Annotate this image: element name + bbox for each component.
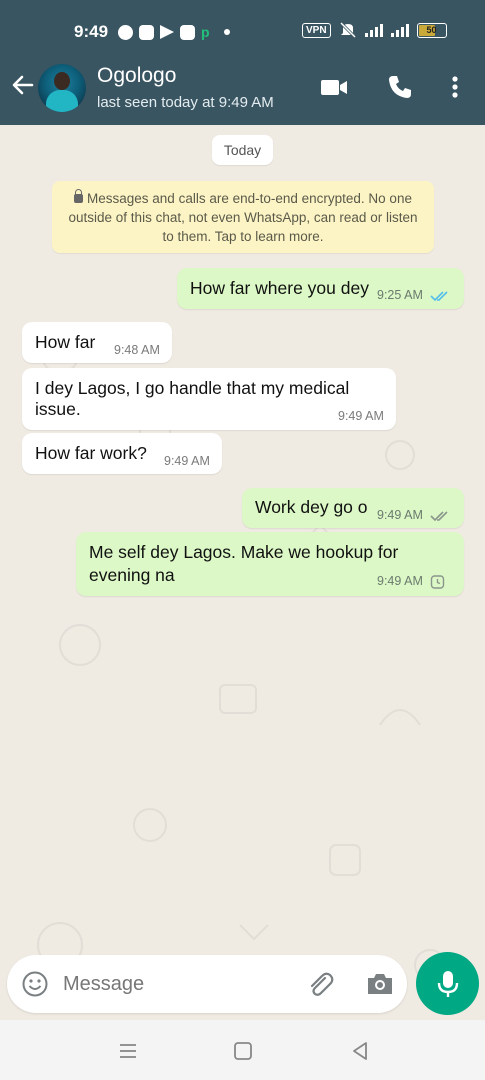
encryption-notice[interactable]: Messages and calls are end-to-end encryp… [52, 181, 434, 253]
mic-icon [437, 971, 459, 997]
message-bubble-incoming[interactable]: How far work? 9:49 AM [22, 433, 222, 474]
message-composer [7, 955, 407, 1013]
more-notifications-dot [223, 29, 230, 35]
status-bar: 9:49 p VPN 50 [0, 0, 485, 62]
voice-record-button[interactable] [416, 952, 479, 1015]
message-time: 9:49 AM [377, 508, 423, 522]
delivered-receipt-icon [430, 511, 448, 521]
encryption-notice-text: Messages and calls are end-to-end encryp… [68, 191, 418, 244]
message-app-icon [139, 24, 154, 40]
notification-icons: p [118, 24, 230, 40]
chat-area[interactable]: Today Messages and calls are end-to-end … [0, 125, 485, 1020]
message-bubble-incoming[interactable]: How far 9:48 AM [22, 322, 172, 363]
last-seen[interactable]: last seen today at 9:49 AM [97, 94, 274, 111]
status-time: 9:49 [74, 22, 109, 41]
battery-icon: 50 [416, 22, 447, 38]
message-time: 9:49 AM [338, 409, 384, 423]
system-nav-bar [0, 1020, 485, 1080]
message-text: Work dey go o [255, 497, 368, 517]
message-text: Me self dey Lagos. Make we hookup for ev… [89, 542, 399, 585]
date-chip: Today [212, 135, 273, 165]
message-input[interactable] [63, 969, 283, 999]
message-bubble-outgoing[interactable]: Me self dey Lagos. Make we hookup for ev… [76, 532, 464, 596]
message-meta: 9:49 AM [377, 508, 450, 522]
top-bar: 9:49 p VPN 50 Ogologo last seen today at… [0, 0, 485, 125]
message-meta: 9:25 AM [377, 288, 450, 302]
nav-menu-icon[interactable] [117, 1040, 139, 1062]
message-time: 9:49 AM [377, 574, 423, 588]
notification-app-icon [118, 24, 133, 40]
message-time: 9:49 AM [164, 454, 210, 468]
payment-app-icon: p [201, 24, 210, 40]
message-bubble-outgoing[interactable]: Work dey go o 9:49 AM [242, 488, 464, 528]
chat-header: Ogologo last seen today at 9:49 AM [0, 62, 485, 125]
telegram-icon [160, 25, 174, 39]
video-call-icon[interactable] [319, 72, 349, 102]
signal-icon [364, 23, 383, 37]
status-right: VPN 50 [302, 22, 447, 38]
lock-icon [74, 189, 84, 203]
nav-back-icon[interactable] [349, 1040, 371, 1062]
more-vert-icon[interactable] [440, 72, 470, 102]
nav-home-icon[interactable] [232, 1040, 254, 1062]
message-bubble-outgoing[interactable]: How far where you dey 9:25 AM [177, 268, 464, 309]
signal-2-icon [390, 23, 409, 37]
battery-level: 50 [426, 24, 437, 35]
avatar[interactable] [38, 64, 86, 112]
pending-clock-icon [431, 575, 445, 589]
emoji-icon[interactable] [21, 970, 49, 998]
contact-name[interactable]: Ogologo [97, 64, 176, 88]
message-bubble-incoming[interactable]: I dey Lagos, I go handle that my medical… [22, 368, 396, 430]
mute-icon [339, 22, 356, 38]
message-meta: 9:49 AM [377, 574, 446, 589]
message-text: How far work? [35, 443, 147, 463]
phone-icon[interactable] [385, 72, 415, 102]
read-receipt-icon [430, 291, 448, 301]
attach-icon[interactable] [305, 968, 335, 998]
message-time: 9:48 AM [114, 343, 160, 357]
youtube-icon [180, 24, 195, 40]
vpn-badge: VPN [302, 22, 331, 38]
message-text: How far where you dey [190, 278, 369, 298]
camera-icon[interactable] [365, 969, 395, 999]
message-text: How far [35, 332, 96, 352]
back-arrow-icon[interactable] [10, 72, 36, 98]
message-time: 9:25 AM [377, 288, 423, 302]
